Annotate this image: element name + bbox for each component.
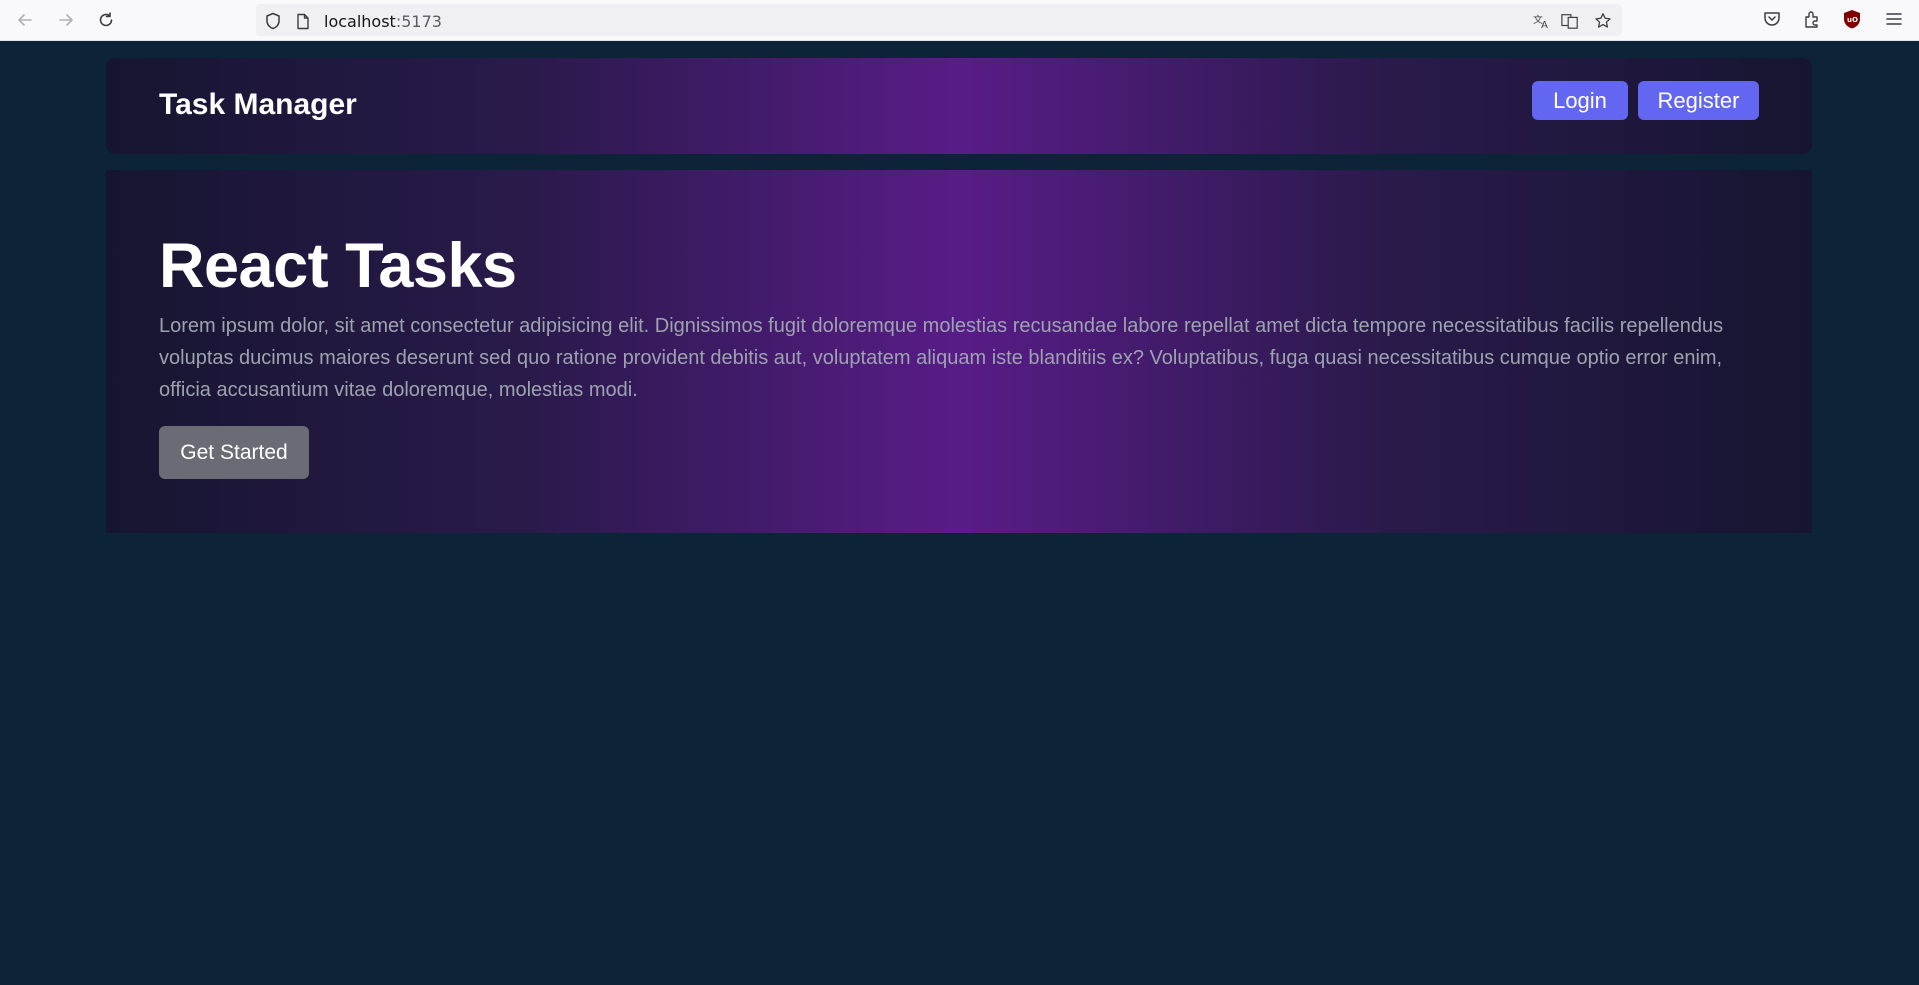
reload-icon[interactable] bbox=[94, 8, 118, 32]
menu-icon[interactable] bbox=[1883, 8, 1905, 30]
page-icon[interactable] bbox=[294, 12, 312, 30]
brand-title[interactable]: Task Manager bbox=[159, 88, 357, 122]
translate-icon[interactable]: 文A bbox=[1533, 12, 1551, 30]
get-started-button[interactable]: Get Started bbox=[159, 426, 309, 479]
app-navbar: Task Manager Login Register bbox=[106, 58, 1812, 154]
url-bar[interactable]: localhost:5173 文A bbox=[256, 4, 1622, 36]
extensions-icon[interactable] bbox=[1801, 8, 1823, 30]
reader-icon[interactable] bbox=[1561, 12, 1579, 30]
url-text[interactable]: localhost:5173 bbox=[324, 12, 442, 31]
shield-icon[interactable] bbox=[264, 12, 282, 30]
pocket-icon[interactable] bbox=[1761, 8, 1783, 30]
hero-description: Lorem ipsum dolor, sit amet consectetur … bbox=[159, 315, 1724, 401]
url-port: :5173 bbox=[395, 12, 442, 31]
browser-toolbar: localhost:5173 文A uO bbox=[0, 0, 1919, 41]
bookmark-star-icon[interactable] bbox=[1594, 12, 1612, 30]
svg-text:uO: uO bbox=[1847, 16, 1858, 24]
back-arrow-icon[interactable] bbox=[13, 8, 37, 32]
register-button[interactable]: Register bbox=[1638, 81, 1759, 120]
hero-section: React Tasks Lorem ipsum dolor, sit amet … bbox=[106, 170, 1812, 533]
forward-arrow-icon[interactable] bbox=[54, 8, 78, 32]
hero-title: React Tasks bbox=[159, 231, 517, 301]
url-host: localhost bbox=[324, 12, 396, 31]
svg-text:A: A bbox=[1541, 20, 1548, 30]
login-button[interactable]: Login bbox=[1532, 81, 1628, 120]
ublock-icon[interactable]: uO bbox=[1841, 8, 1863, 30]
